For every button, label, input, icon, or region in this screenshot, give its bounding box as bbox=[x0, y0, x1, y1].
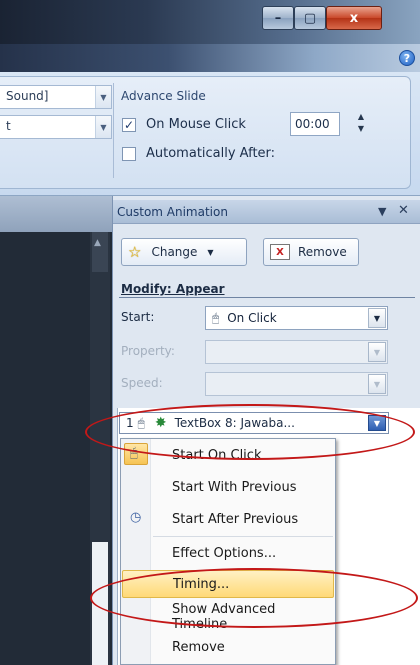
help-icon[interactable]: ? bbox=[399, 50, 415, 66]
pane-title: Custom Animation bbox=[117, 205, 228, 219]
chevron-down-icon[interactable]: ▼ bbox=[368, 308, 386, 328]
change-label: Change bbox=[151, 245, 198, 259]
menu-separator bbox=[153, 536, 333, 537]
menu-item-remove[interactable]: Remove bbox=[122, 633, 334, 661]
menu-item-label: Effect Options... bbox=[172, 545, 277, 561]
menu-item-label: Start After Previous bbox=[172, 511, 299, 527]
transition-sound-combo[interactable]: Sound] ▼ bbox=[0, 85, 112, 109]
title-bar: – ▢ x bbox=[0, 0, 420, 44]
minimize-button[interactable]: – bbox=[262, 6, 294, 30]
clock-icon: ◷ bbox=[130, 510, 142, 525]
remove-x-icon: X bbox=[270, 244, 290, 260]
powerpoint-window: – ▢ x ? Sound] ▼ t ▼ Advance Slide ✓ On … bbox=[0, 0, 420, 665]
start-select[interactable]: 🖱 On Click ▼ bbox=[205, 306, 388, 330]
pane-close-icon[interactable]: ✕ bbox=[398, 203, 409, 218]
transition-group: Sound] ▼ t ▼ Advance Slide bbox=[0, 76, 411, 189]
animation-context-menu: 🖱 Start On Click Start With Previous ◷ S… bbox=[120, 438, 336, 665]
annotation-ellipse-list-item bbox=[85, 404, 415, 460]
transition-speed-value: t bbox=[6, 119, 11, 133]
slide-area-header bbox=[0, 196, 112, 232]
group-separator bbox=[113, 83, 114, 178]
pane-header: Custom Animation ▼ ✕ bbox=[113, 200, 420, 224]
minimize-icon: – bbox=[274, 10, 282, 26]
maximize-icon: ▢ bbox=[303, 10, 317, 26]
menu-item-label: Remove bbox=[172, 639, 225, 655]
change-button[interactable]: ☆ Change ▼ bbox=[121, 238, 247, 266]
remove-label: Remove bbox=[298, 245, 347, 259]
on-mouse-click-checkbox[interactable]: ✓ bbox=[122, 118, 136, 132]
chevron-down-icon: ▼ bbox=[368, 342, 386, 362]
modify-divider bbox=[119, 297, 415, 298]
speed-label: Speed: bbox=[121, 376, 163, 390]
chevron-down-icon[interactable]: ▼ bbox=[95, 116, 111, 138]
property-select: ▼ bbox=[205, 340, 388, 364]
transition-sound-value: Sound] bbox=[6, 89, 49, 103]
scroll-up-icon[interactable]: ▲ bbox=[94, 238, 101, 248]
auto-after-time-input[interactable]: 00:00 bbox=[290, 112, 340, 136]
chevron-down-icon: ▼ bbox=[368, 374, 386, 394]
spin-up-icon[interactable]: ▲ bbox=[352, 111, 370, 123]
automatically-after-label[interactable]: Automatically After: bbox=[146, 146, 275, 161]
time-spinner[interactable]: ▲ ▼ bbox=[352, 111, 370, 137]
chevron-down-icon[interactable]: ▼ bbox=[95, 86, 111, 108]
mouse-icon: 🖱 bbox=[212, 310, 220, 325]
maximize-button[interactable]: ▢ bbox=[294, 6, 326, 30]
close-icon: x bbox=[349, 10, 359, 26]
automatically-after-checkbox[interactable] bbox=[122, 147, 136, 161]
advance-slide-title: Advance Slide bbox=[121, 89, 206, 103]
speed-select: ▼ bbox=[205, 372, 388, 396]
ribbon-tab-strip bbox=[0, 44, 420, 72]
star-icon: ☆ bbox=[128, 243, 142, 261]
chevron-down-icon: ▼ bbox=[207, 247, 214, 257]
menu-item-effect-options[interactable]: Effect Options... bbox=[122, 539, 334, 567]
start-label: Start: bbox=[121, 310, 155, 324]
remove-button[interactable]: X Remove bbox=[263, 238, 359, 266]
menu-item-label: Start With Previous bbox=[172, 479, 297, 495]
property-label: Property: bbox=[121, 344, 175, 358]
on-mouse-click-label[interactable]: On Mouse Click bbox=[146, 117, 246, 132]
close-button[interactable]: x bbox=[326, 6, 382, 30]
transition-speed-combo[interactable]: t ▼ bbox=[0, 115, 112, 139]
menu-item-start-with-previous[interactable]: Start With Previous bbox=[122, 473, 334, 501]
pane-menu-icon[interactable]: ▼ bbox=[378, 205, 386, 218]
start-value: On Click bbox=[227, 311, 277, 325]
modify-effect-title: Modify: Appear bbox=[121, 282, 225, 296]
checkmark-icon: ✓ bbox=[123, 118, 135, 132]
annotation-ellipse-timing bbox=[90, 568, 418, 628]
spin-down-icon[interactable]: ▼ bbox=[352, 123, 370, 135]
menu-item-start-after-previous[interactable]: ◷ Start After Previous bbox=[122, 505, 334, 533]
